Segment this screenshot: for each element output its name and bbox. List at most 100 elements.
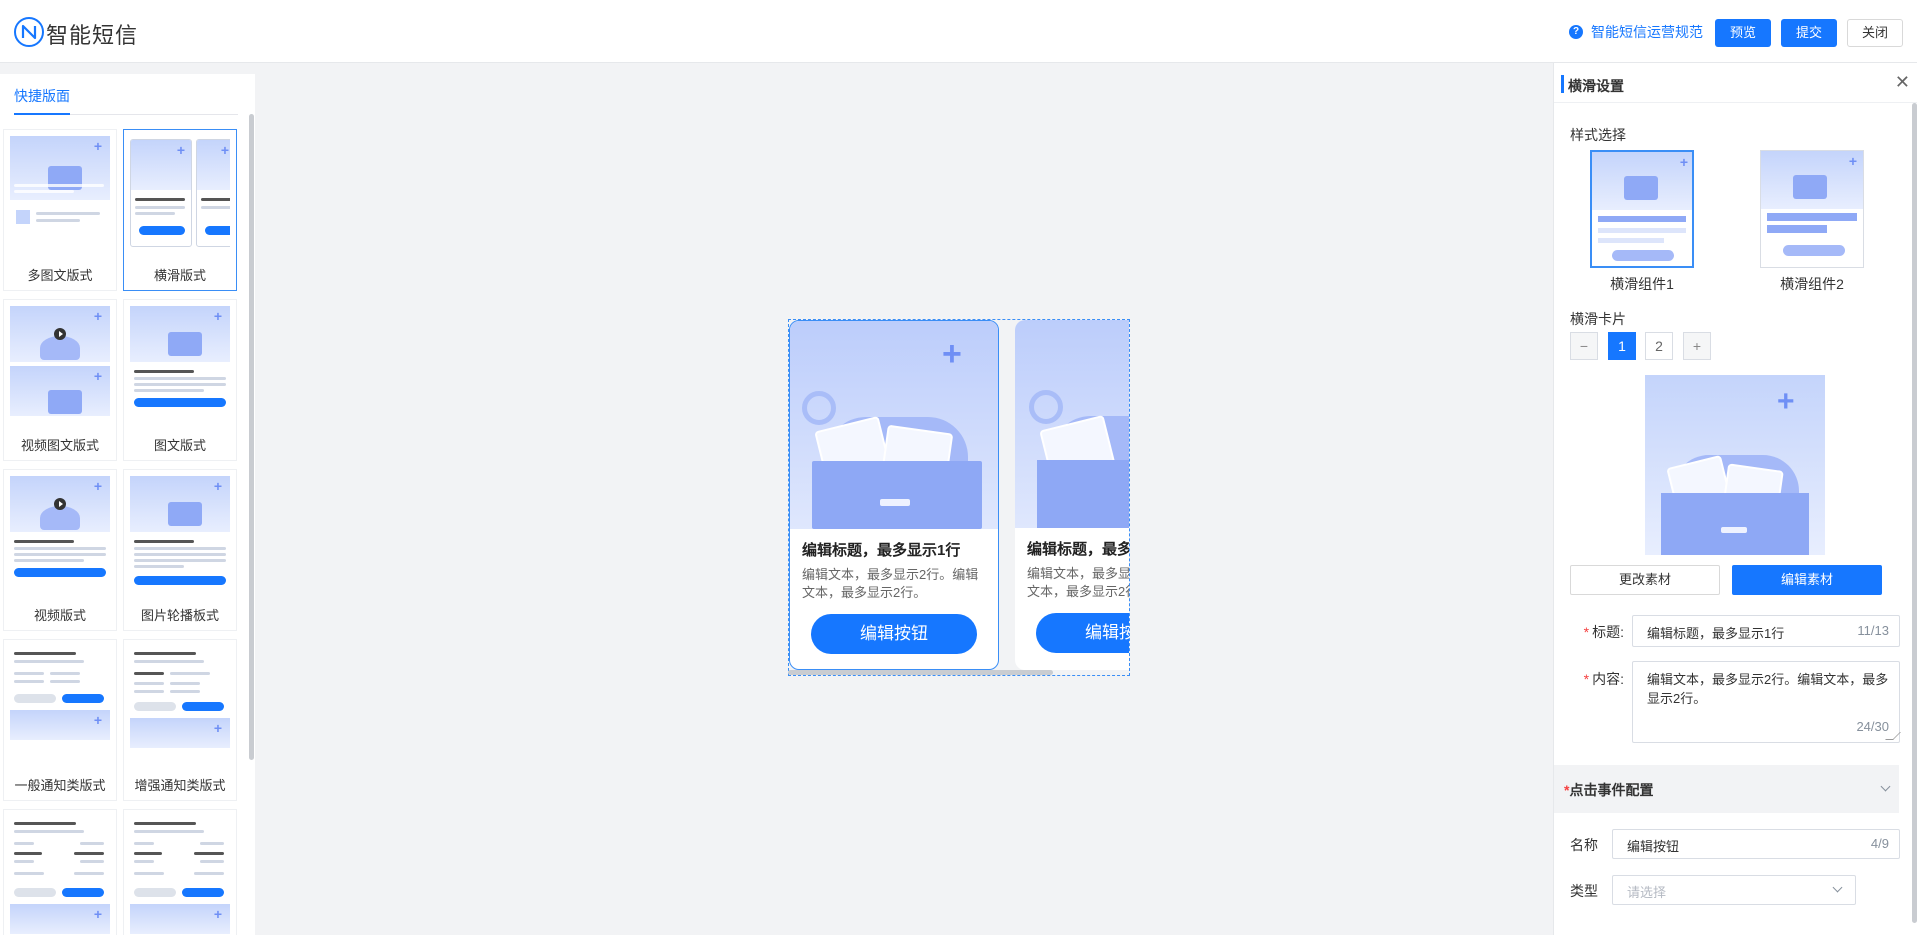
button-name-char-count: 4/9 xyxy=(1870,836,1889,851)
close-icon[interactable]: ✕ xyxy=(1895,72,1910,93)
cards-section-label: 横滑卡片 xyxy=(1570,311,1626,327)
type-field-label: 类型 xyxy=(1570,883,1598,899)
decor-circle xyxy=(1029,390,1063,424)
template-label: 图片轮播板式 xyxy=(140,608,219,623)
template-horizontal-slide[interactable]: 横滑版式 xyxy=(123,129,237,291)
template-image-text[interactable]: 图文版式 xyxy=(123,299,237,461)
template-notice-variant-2[interactable] xyxy=(123,809,237,935)
title-input[interactable]: 编辑标题，最多显示1行 11/13 xyxy=(1632,615,1900,647)
template-panel: 快捷版面 多图文版式 xyxy=(0,74,255,935)
card-button[interactable]: 编辑按钮 xyxy=(811,614,977,654)
template-notice-variant-1[interactable] xyxy=(3,809,117,935)
button-name-input[interactable]: 编辑按钮 4/9 xyxy=(1612,829,1900,859)
template-video[interactable]: 视频版式 xyxy=(3,469,117,631)
submit-button[interactable]: 提交 xyxy=(1781,19,1837,47)
card-image[interactable]: + xyxy=(790,321,998,529)
click-event-section[interactable]: *点击事件配置 xyxy=(1554,765,1899,813)
settings-title: 横滑设置 xyxy=(1568,78,1624,94)
template-label: 增强通知类版式 xyxy=(134,778,226,793)
folder-label-slot xyxy=(880,499,910,506)
slide-card-2[interactable]: 编辑标题，最多显示1行 编辑文本，最多显示2行。编辑文本，最多显示2行。 编辑按… xyxy=(1015,320,1129,670)
close-button[interactable]: 关闭 xyxy=(1847,19,1903,47)
style-option-1[interactable] xyxy=(1590,150,1694,268)
title-input-value: 编辑标题，最多显示1行 xyxy=(1647,626,1785,641)
template-label: 多图文版式 xyxy=(27,268,93,283)
template-general-notice[interactable]: 一般通知类版式 xyxy=(3,639,117,801)
add-image-icon: + xyxy=(942,335,962,373)
title-accent-bar xyxy=(1561,75,1564,93)
settings-scrollbar[interactable] xyxy=(1912,103,1917,923)
template-enhanced-notice[interactable]: 增强通知类版式 xyxy=(123,639,237,801)
help-icon: ? xyxy=(1569,25,1583,39)
template-thumbnail xyxy=(130,816,230,935)
card-material-preview: + xyxy=(1645,375,1825,555)
card-scrollbar[interactable] xyxy=(788,670,1053,675)
content-field-label: * 内容: xyxy=(1583,671,1624,687)
template-panel-scrollbar[interactable] xyxy=(249,114,254,760)
title-char-count: 11/13 xyxy=(1857,623,1889,638)
template-label: 一般通知类版式 xyxy=(14,778,106,793)
template-thumbnail xyxy=(10,476,110,600)
app-logo-icon xyxy=(14,17,44,47)
app-title: 智能短信 xyxy=(46,23,139,48)
card-button[interactable]: 编辑按钮 xyxy=(1036,613,1129,653)
folder-front-illustration xyxy=(1661,493,1809,555)
message-preview-canvas: + 编辑标题，最多显示1行 编辑文本，最多显示2行。编辑文本，最多显示2行。 编… xyxy=(788,319,1130,685)
type-select-placeholder: 请选择 xyxy=(1627,885,1667,900)
template-thumbnail xyxy=(130,136,230,260)
folder-label-slot xyxy=(1721,527,1747,533)
tab-active-indicator xyxy=(14,113,70,115)
chevron-down-icon xyxy=(1880,781,1891,792)
type-select[interactable]: 请选择 xyxy=(1612,875,1856,905)
operation-guide-link[interactable]: ? 智能短信运营规范 xyxy=(1569,22,1703,42)
name-field-label: 名称 xyxy=(1570,837,1598,853)
template-thumbnail xyxy=(10,816,110,935)
chevron-down-icon xyxy=(1832,882,1843,893)
click-event-section-title: *点击事件配置 xyxy=(1564,782,1654,798)
edit-material-button[interactable]: 编辑素材 xyxy=(1732,565,1882,595)
card-page-1[interactable]: 1 xyxy=(1608,332,1636,360)
template-label: 视频版式 xyxy=(33,608,86,623)
change-material-button[interactable]: 更改素材 xyxy=(1570,565,1720,595)
decor-circle xyxy=(802,391,836,425)
button-name-value: 编辑按钮 xyxy=(1627,839,1680,854)
template-thumbnail xyxy=(130,306,230,430)
template-label: 图文版式 xyxy=(153,438,206,453)
template-thumbnail xyxy=(130,476,230,600)
style-section-label: 样式选择 xyxy=(1570,127,1626,143)
tab-quick-layouts[interactable]: 快捷版面 xyxy=(14,86,70,106)
template-label: 横滑版式 xyxy=(153,268,206,283)
card-title[interactable]: 编辑标题，最多显示1行 xyxy=(802,539,960,560)
template-thumbnail xyxy=(10,646,110,770)
template-thumbnail xyxy=(10,306,110,430)
add-card-button[interactable]: + xyxy=(1683,332,1711,360)
folder-front-illustration xyxy=(1037,460,1129,528)
card-page-2[interactable]: 2 xyxy=(1645,332,1673,360)
style-option-2-label: 横滑组件2 xyxy=(1780,276,1844,292)
card-text[interactable]: 编辑文本，最多显示2行。编辑文本，最多显示2行。 xyxy=(802,566,988,602)
content-char-count: 24/30 xyxy=(1856,719,1889,734)
remove-card-button[interactable]: − xyxy=(1570,332,1598,360)
folder-front-illustration xyxy=(812,461,982,529)
template-video-image-text[interactable]: 视频图文版式 xyxy=(3,299,117,461)
top-header: 智能短信 ? 智能短信运营规范 预览 提交 关闭 xyxy=(0,0,1917,63)
preview-button[interactable]: 预览 xyxy=(1715,19,1771,47)
settings-panel: 横滑设置 ✕ 样式选择 横滑组件1 横滑组件2 横滑卡片 − 1 2 + + 更… xyxy=(1553,63,1917,935)
template-thumbnail xyxy=(10,136,110,260)
add-image-icon: + xyxy=(1777,385,1795,418)
slide-card-1[interactable]: + 编辑标题，最多显示1行 编辑文本，最多显示2行。编辑文本，最多显示2行。 编… xyxy=(789,320,999,670)
operation-guide-label: 智能短信运营规范 xyxy=(1591,24,1703,40)
card-title[interactable]: 编辑标题，最多显示1行 xyxy=(1027,538,1129,559)
template-image-carousel[interactable]: 图片轮播板式 xyxy=(123,469,237,631)
content-textarea[interactable]: 编辑文本，最多显示2行。编辑文本，最多显示2行。 24/30 xyxy=(1632,661,1901,743)
style-option-1-label: 横滑组件1 xyxy=(1610,276,1674,292)
card-image[interactable] xyxy=(1015,320,1129,528)
template-multi-image-text[interactable]: 多图文版式 xyxy=(3,129,117,291)
content-textarea-value: 编辑文本，最多显示2行。编辑文本，最多显示2行。 xyxy=(1647,672,1889,706)
style-option-2[interactable] xyxy=(1760,150,1864,268)
title-field-label: * 标题: xyxy=(1583,624,1624,640)
template-thumbnail xyxy=(130,646,230,770)
template-label: 视频图文版式 xyxy=(20,438,99,453)
settings-header: 横滑设置 ✕ xyxy=(1554,63,1917,103)
card-text[interactable]: 编辑文本，最多显示2行。编辑文本，最多显示2行。 xyxy=(1027,565,1129,601)
